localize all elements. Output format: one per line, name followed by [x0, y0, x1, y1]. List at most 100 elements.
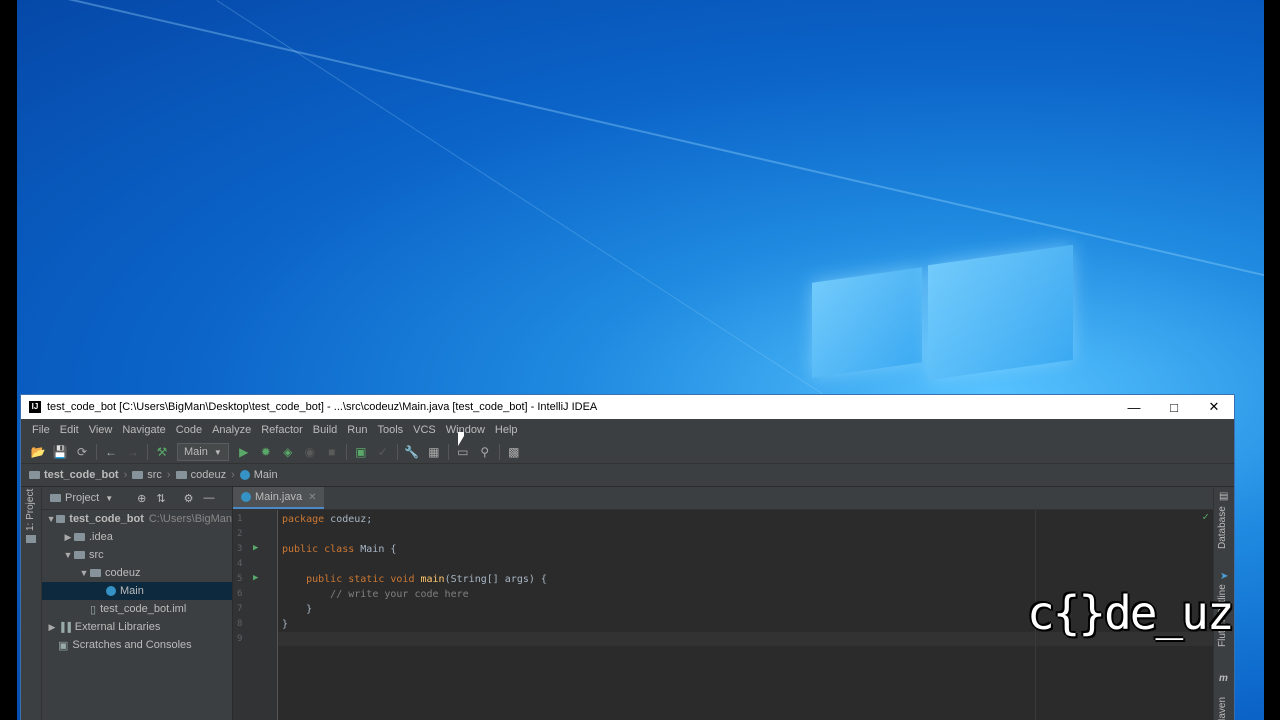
- debug-icon[interactable]: ✹: [255, 442, 277, 462]
- database-icon: ▤: [1219, 491, 1229, 502]
- tree-item-label: Scratches and Consoles: [72, 639, 192, 651]
- breadcrumb-separator: ›: [231, 469, 235, 481]
- forward-arrow-icon[interactable]: →: [122, 442, 144, 462]
- tree-item-label: test_code_bot.iml: [100, 603, 187, 615]
- run-configuration-select[interactable]: Main ▼: [177, 443, 229, 461]
- line-number: 1: [237, 514, 243, 524]
- toolbar-divider: [147, 444, 148, 460]
- menu-build[interactable]: Build: [308, 424, 342, 436]
- breadcrumb-package[interactable]: codeuz: [191, 469, 226, 481]
- settings-wrench-icon[interactable]: 🔧: [401, 442, 423, 462]
- stop-icon[interactable]: ■: [321, 442, 343, 462]
- code-line: public static void main(String[] args) {: [306, 574, 547, 585]
- menu-vcs[interactable]: VCS: [408, 424, 441, 436]
- menu-edit[interactable]: Edit: [55, 424, 84, 436]
- tree-item[interactable]: ▶ ▐▐ External Libraries: [42, 618, 232, 636]
- plugin-icon[interactable]: ▩: [503, 442, 525, 462]
- hide-panel-icon[interactable]: —: [203, 492, 214, 504]
- intellij-app-icon: IJ: [29, 401, 41, 413]
- menu-file[interactable]: File: [27, 424, 55, 436]
- title-bar[interactable]: IJ test_code_bot [C:\Users\BigMan\Deskto…: [21, 395, 1234, 419]
- breadcrumb-separator: ›: [166, 469, 171, 481]
- breadcrumb-project[interactable]: test_code_bot: [44, 469, 119, 481]
- chevron-down-icon[interactable]: ▼: [46, 514, 56, 524]
- search-icon[interactable]: ⚲: [474, 442, 496, 462]
- mouse-cursor-icon: [458, 432, 464, 446]
- menu-tools[interactable]: Tools: [372, 424, 408, 436]
- folder-icon: [132, 471, 144, 479]
- run-icon[interactable]: ▶: [233, 442, 255, 462]
- breadcrumb-src[interactable]: src: [147, 469, 162, 481]
- close-button[interactable]: ✕: [1194, 395, 1234, 419]
- wallpaper-light-beam: [17, 0, 1264, 302]
- menu-refactor[interactable]: Refactor: [256, 424, 308, 436]
- editor-tab-main-java[interactable]: Main.java ✕: [233, 487, 325, 509]
- minimize-button[interactable]: —: [1114, 395, 1154, 419]
- intellij-window: IJ test_code_bot [C:\Users\BigMan\Deskto…: [20, 394, 1235, 720]
- code-line: }: [282, 619, 289, 630]
- sync-icon[interactable]: ⟳: [71, 442, 93, 462]
- navigation-breadcrumb: test_code_bot › src › codeuz › Main: [21, 464, 1234, 487]
- build-hammer-icon[interactable]: ⚒: [151, 442, 173, 462]
- line-number: 6: [237, 589, 243, 599]
- tree-item[interactable]: ▼ src: [42, 546, 232, 564]
- folder-icon: [26, 535, 36, 543]
- no-problems-check-icon: ✓: [1202, 510, 1209, 523]
- code-line: }: [306, 604, 313, 615]
- tree-item[interactable]: ▯ test_code_bot.iml: [42, 600, 232, 618]
- tree-item-path-hint: C:\Users\BigMan: [148, 513, 232, 525]
- class-icon: [106, 586, 116, 596]
- tree-item[interactable]: ▼ test_code_bot C:\Users\BigMan: [42, 510, 232, 528]
- tree-item-label: Main: [120, 585, 144, 597]
- window-title: test_code_bot [C:\Users\BigMan\Desktop\t…: [47, 401, 598, 413]
- project-tool-label: 1: Project: [25, 488, 36, 531]
- tree-item-label: test_code_bot: [69, 513, 144, 525]
- run-gutter-icon[interactable]: ▶: [253, 573, 258, 583]
- class-icon: [241, 492, 251, 502]
- tree-item[interactable]: ▼ codeuz: [42, 564, 232, 582]
- tree-item[interactable]: ▶ .idea: [42, 528, 232, 546]
- coverage-icon[interactable]: ◈: [277, 442, 299, 462]
- collapse-all-icon[interactable]: ⇅: [156, 492, 165, 505]
- database-tool-button[interactable]: Database: [1217, 506, 1228, 549]
- vcs-update-icon[interactable]: ▣: [350, 442, 372, 462]
- chevron-right-icon[interactable]: ▶: [46, 622, 58, 633]
- menu-view[interactable]: View: [84, 424, 118, 436]
- project-view-select[interactable]: Project: [65, 492, 99, 504]
- menu-help[interactable]: Help: [490, 424, 523, 436]
- chevron-down-icon[interactable]: ▼: [78, 568, 90, 578]
- profile-icon[interactable]: ◉: [299, 442, 321, 462]
- folder-icon: [29, 471, 40, 479]
- back-arrow-icon[interactable]: ←: [100, 442, 122, 462]
- close-tab-icon[interactable]: ✕: [308, 492, 316, 503]
- chevron-right-icon[interactable]: ▶: [62, 532, 74, 543]
- library-icon: ▐▐: [58, 622, 71, 632]
- folder-icon: [74, 533, 85, 541]
- chevron-down-icon[interactable]: ▼: [62, 550, 74, 560]
- code-line: public class Main {: [282, 544, 397, 555]
- gear-icon[interactable]: ⚙: [184, 492, 194, 505]
- locate-target-icon[interactable]: ⊕: [137, 492, 146, 505]
- menu-window[interactable]: Window: [441, 424, 490, 436]
- maven-label: Maven: [1217, 696, 1228, 720]
- project-structure-icon[interactable]: ▦: [423, 442, 445, 462]
- channel-watermark-logo: c{}de_uz: [1027, 586, 1235, 640]
- maven-tool-button[interactable]: Maven: [1217, 697, 1228, 720]
- run-gutter-icon[interactable]: ▶: [253, 543, 258, 553]
- breadcrumb-class[interactable]: Main: [254, 469, 278, 481]
- menu-navigate[interactable]: Navigate: [117, 424, 170, 436]
- project-tool-button[interactable]: 1: Project: [25, 489, 36, 531]
- maximize-button[interactable]: □: [1154, 395, 1194, 419]
- menu-analyze[interactable]: Analyze: [207, 424, 256, 436]
- menu-code[interactable]: Code: [171, 424, 207, 436]
- menu-run[interactable]: Run: [342, 424, 372, 436]
- vcs-commit-icon[interactable]: ✓: [372, 442, 394, 462]
- tree-item[interactable]: Main: [42, 582, 232, 600]
- open-folder-icon[interactable]: 📂: [27, 442, 49, 462]
- save-icon[interactable]: 💾: [49, 442, 71, 462]
- chevron-down-icon[interactable]: ▼: [105, 494, 113, 503]
- code-line: package codeuz;: [282, 514, 373, 525]
- toolbar-divider: [96, 444, 97, 460]
- tree-item[interactable]: ▣ Scratches and Consoles: [42, 636, 232, 654]
- line-number: 2: [237, 529, 243, 539]
